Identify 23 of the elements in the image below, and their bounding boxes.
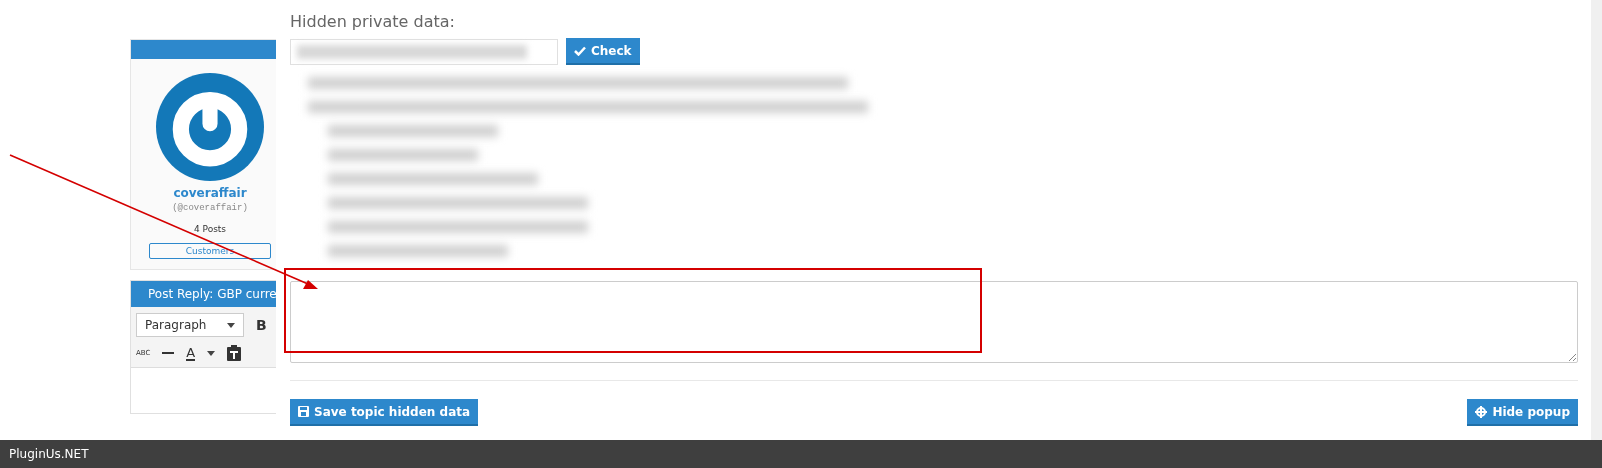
caret-icon — [227, 322, 235, 328]
check-icon — [574, 45, 586, 56]
avatar-logo-icon — [156, 73, 264, 181]
check-button[interactable]: Check — [566, 38, 640, 65]
brand-name: PluginUs.NET — [9, 447, 89, 461]
user-group-badge: Customers — [149, 243, 271, 259]
input-field[interactable] — [290, 38, 558, 65]
format-select[interactable]: Paragraph — [136, 313, 244, 337]
scrollbar-track[interactable] — [1591, 0, 1602, 440]
caret-icon[interactable] — [207, 350, 216, 356]
text-color-button[interactable]: A — [186, 345, 196, 361]
crosshair-icon — [1475, 405, 1488, 418]
bold-button[interactable]: B — [256, 317, 267, 333]
resize-handle-icon[interactable] — [1568, 353, 1576, 361]
user-handle: (@coveraffair) — [172, 203, 248, 213]
hide-popup-button[interactable]: Hide popup — [1467, 399, 1578, 426]
horizontal-line-icon[interactable] — [162, 351, 175, 355]
post-count: 4 Posts — [193, 224, 227, 234]
username[interactable]: coveraffair — [173, 186, 247, 200]
paste-icon[interactable] — [227, 345, 242, 361]
reply-title: Post Reply: GBP curre — [148, 287, 277, 301]
save-button[interactable]: Save topic hidden data — [290, 399, 479, 426]
popup-title: Hidden private data: — [290, 12, 456, 31]
